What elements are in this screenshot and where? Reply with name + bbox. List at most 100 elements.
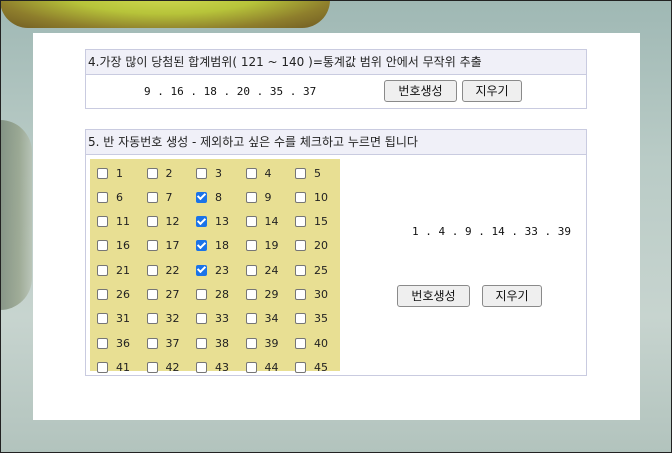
number-checkbox-item[interactable]: 43	[196, 359, 229, 375]
number-checkbox[interactable]	[245, 240, 257, 252]
number-checkbox[interactable]	[146, 337, 158, 349]
number-checkbox[interactable]	[196, 240, 207, 252]
number-checkbox[interactable]	[245, 264, 257, 276]
number-checkbox[interactable]	[295, 337, 306, 349]
number-checkbox[interactable]	[146, 167, 158, 179]
number-checkbox-item[interactable]: 29	[245, 287, 279, 303]
number-checkbox[interactable]	[196, 264, 207, 276]
number-checkbox[interactable]	[295, 264, 306, 276]
number-checkbox[interactable]	[245, 216, 257, 228]
number-checkbox-item[interactable]: 27	[146, 287, 180, 303]
number-checkbox[interactable]	[97, 337, 108, 349]
number-checkbox[interactable]	[146, 216, 158, 228]
number-checkbox-item[interactable]: 13	[196, 214, 229, 230]
number-checkbox[interactable]	[146, 313, 158, 325]
section-4-clear-button[interactable]: 지우기	[462, 80, 522, 102]
number-checkbox[interactable]	[146, 264, 158, 276]
number-checkbox-item[interactable]: 8	[196, 189, 222, 205]
number-checkbox[interactable]	[196, 313, 207, 325]
number-checkbox[interactable]	[146, 191, 158, 203]
number-checkbox[interactable]	[196, 289, 207, 300]
number-checkbox-item[interactable]: 21	[97, 262, 130, 278]
number-checkbox[interactable]	[97, 167, 108, 179]
number-checkbox-item[interactable]: 32	[146, 311, 180, 327]
number-checkbox-item[interactable]: 16	[97, 238, 130, 254]
number-checkbox[interactable]	[196, 216, 207, 228]
number-checkbox[interactable]	[295, 191, 306, 203]
number-checkbox-item[interactable]: 34	[245, 311, 279, 327]
number-checkbox-item[interactable]: 10	[295, 189, 328, 205]
number-checkbox[interactable]	[245, 337, 257, 349]
number-checkbox-item[interactable]: 24	[245, 262, 279, 278]
number-checkbox-item[interactable]: 11	[97, 214, 130, 230]
number-checkbox-item[interactable]: 23	[196, 262, 229, 278]
number-checkbox-item[interactable]: 7	[146, 189, 173, 205]
number-checkbox-item[interactable]: 4	[245, 165, 272, 181]
number-checkbox-item[interactable]: 17	[146, 238, 180, 254]
number-checkbox[interactable]	[295, 216, 306, 228]
number-checkbox-item[interactable]: 44	[245, 359, 279, 375]
number-checkbox[interactable]	[295, 167, 306, 179]
number-checkbox-item[interactable]: 28	[196, 287, 229, 303]
number-checkbox-item[interactable]: 5	[295, 165, 321, 181]
number-checkbox[interactable]	[146, 289, 158, 300]
number-checkbox-item[interactable]: 37	[146, 335, 180, 351]
number-checkbox-item[interactable]: 18	[196, 238, 229, 254]
number-checkbox-item[interactable]: 38	[196, 335, 229, 351]
number-checkbox-item[interactable]: 31	[97, 311, 130, 327]
number-checkbox-item[interactable]: 39	[245, 335, 279, 351]
number-checkbox-item[interactable]: 22	[146, 262, 180, 278]
number-checkbox[interactable]	[97, 191, 108, 203]
number-checkbox-label: 32	[165, 312, 180, 326]
number-checkbox-item[interactable]: 6	[97, 189, 123, 205]
number-checkbox[interactable]	[295, 240, 306, 252]
section-4: 4.가장 많이 당첨된 합계범위( 121 ~ 140 )=통계값 범위 안에서…	[85, 49, 587, 109]
section-4-numbers: 9 . 16 . 18 . 20 . 35 . 37	[144, 85, 317, 98]
number-checkbox-item[interactable]: 1	[97, 165, 123, 181]
number-checkbox[interactable]	[295, 361, 306, 373]
number-checkbox-item[interactable]: 25	[295, 262, 328, 278]
number-checkbox-item[interactable]: 26	[97, 287, 130, 303]
number-checkbox[interactable]	[146, 361, 158, 373]
number-checkbox-item[interactable]: 19	[245, 238, 279, 254]
number-checkbox[interactable]	[245, 191, 257, 203]
number-checkbox-item[interactable]: 33	[196, 311, 229, 327]
number-checkbox-item[interactable]: 3	[196, 165, 222, 181]
number-checkbox[interactable]	[295, 289, 306, 300]
number-checkbox-item[interactable]: 30	[295, 287, 328, 303]
number-checkbox[interactable]	[245, 313, 257, 325]
number-checkbox[interactable]	[97, 216, 108, 228]
number-checkbox[interactable]	[196, 167, 207, 179]
number-checkbox[interactable]	[196, 191, 207, 203]
section-4-generate-button[interactable]: 번호생성	[384, 80, 457, 102]
number-checkbox-item[interactable]: 20	[295, 238, 328, 254]
number-checkbox-item[interactable]: 45	[295, 359, 328, 375]
number-checkbox[interactable]	[97, 289, 108, 300]
number-checkbox[interactable]	[245, 167, 257, 179]
number-checkbox-item[interactable]: 2	[146, 165, 173, 181]
number-checkbox-item[interactable]: 41	[97, 359, 130, 375]
number-checkbox-label: 25	[314, 263, 328, 277]
number-checkbox[interactable]	[196, 337, 207, 349]
number-checkbox[interactable]	[97, 361, 108, 373]
number-checkbox-item[interactable]: 12	[146, 214, 180, 230]
number-checkbox-item[interactable]: 9	[245, 189, 272, 205]
number-checkbox-item[interactable]: 36	[97, 335, 130, 351]
number-checkbox-item[interactable]: 14	[245, 214, 279, 230]
number-checkbox-item[interactable]: 42	[146, 359, 180, 375]
number-checkbox[interactable]	[97, 240, 108, 252]
number-checkbox-label: 26	[116, 288, 130, 301]
number-checkbox-item[interactable]: 35	[295, 311, 328, 327]
number-checkbox-item[interactable]: 15	[295, 214, 328, 230]
section-5-generate-button[interactable]: 번호생성	[397, 285, 470, 307]
number-checkbox[interactable]	[245, 289, 257, 300]
number-checkbox[interactable]	[245, 361, 257, 373]
number-checkbox-label: 14	[264, 215, 279, 229]
number-checkbox[interactable]	[97, 313, 108, 325]
number-checkbox[interactable]	[295, 313, 306, 325]
number-checkbox[interactable]	[97, 264, 108, 276]
number-checkbox[interactable]	[146, 240, 158, 252]
number-checkbox-item[interactable]: 40	[295, 335, 328, 351]
number-checkbox[interactable]	[196, 361, 207, 373]
section-5-clear-button[interactable]: 지우기	[482, 285, 542, 307]
